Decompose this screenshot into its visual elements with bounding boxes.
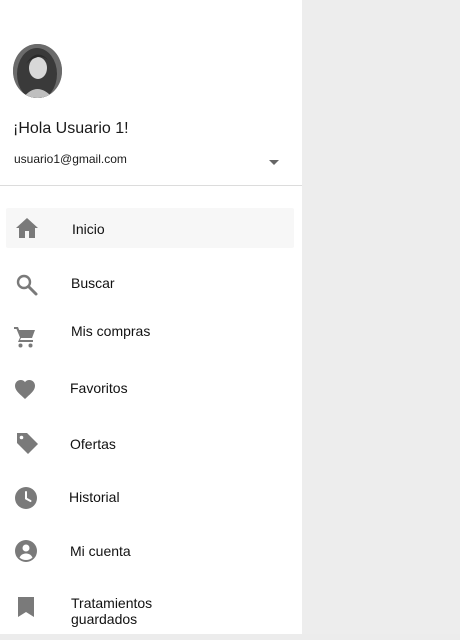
menu-item-buscar[interactable]: Buscar [0,264,302,304]
bottom-edge [0,634,460,640]
menu-item-label: Favoritos [70,380,128,396]
greeting-text: ¡Hola Usuario 1! [13,120,129,137]
clock-icon [15,487,37,509]
avatar[interactable] [13,44,62,98]
menu-item-mi-cuenta[interactable]: Mi cuenta [0,534,302,570]
home-icon [16,218,38,238]
menu-item-label: Buscar [71,275,115,291]
search-icon [16,274,38,296]
menu-item-label: Tratamientos guardados [71,595,153,627]
navigation-drawer: ¡Hola Usuario 1! usuario1@gmail.com Inic… [0,0,302,634]
menu-item-inicio[interactable]: Inicio [0,208,302,248]
account-circle-icon [15,540,37,562]
account-dropdown-button[interactable] [264,153,284,169]
heart-icon [15,380,35,399]
menu-item-label: Mi cuenta [70,543,131,559]
menu-item-label: Inicio [72,221,105,237]
menu-item-label: Historial [69,489,120,505]
divider [0,185,302,186]
menu-item-label: Mis compras [71,323,151,339]
menu-item-mis-compras[interactable]: Mis compras [0,320,302,360]
menu-item-historial[interactable]: Historial [0,480,302,516]
menu-item-favoritos[interactable]: Favoritos [0,372,302,408]
shopping-cart-icon [14,327,35,348]
menu-item-label: Ofertas [70,436,116,452]
menu-item-ofertas[interactable]: Ofertas [0,426,302,462]
account-email: usuario1@gmail.com [14,152,127,166]
bookmark-icon [18,597,34,617]
menu-item-tratamientos-guardados[interactable]: Tratamientos guardados [0,590,302,630]
chevron-down-icon [269,160,279,165]
tag-icon [17,433,38,454]
